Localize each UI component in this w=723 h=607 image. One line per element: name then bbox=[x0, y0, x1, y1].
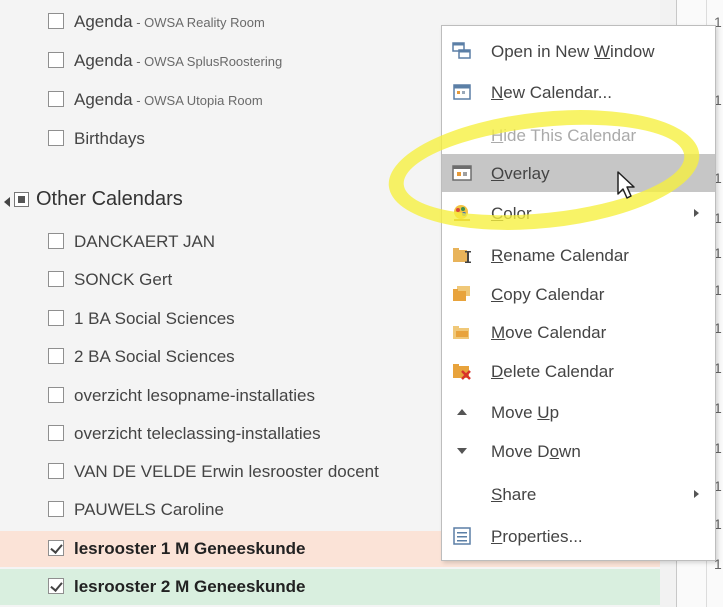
menu-label-accesskey: D bbox=[491, 362, 504, 381]
menu-label-pre: Move bbox=[491, 403, 538, 422]
calendar-item-label: SONCK Gert bbox=[74, 270, 173, 289]
menu-item-rename-calendar[interactable]: Rename Calendar bbox=[442, 236, 715, 274]
menu-item-color[interactable]: Color bbox=[442, 194, 715, 232]
calendar-item-sublabel: - OWSA Reality Room bbox=[132, 15, 265, 30]
menu-item-overlay[interactable]: Overlay bbox=[442, 154, 715, 192]
calendar-item-label: 1 BA Social Sciences bbox=[74, 309, 235, 328]
menu-label-post: hare bbox=[502, 485, 537, 504]
calendar-item-label: DANCKAERT JAN bbox=[74, 232, 216, 251]
properties-icon bbox=[453, 527, 471, 545]
menu-label-post: elete Calendar bbox=[503, 362, 614, 381]
menu-label-accesskey: C bbox=[491, 204, 504, 223]
menu-item-move-down[interactable]: Move Down bbox=[442, 432, 715, 470]
menu-label-post: indow bbox=[610, 42, 655, 61]
move-down-icon bbox=[457, 448, 467, 454]
menu-label-post: roperties... bbox=[502, 527, 583, 546]
menu-label-accesskey: C bbox=[491, 285, 504, 304]
delete-calendar-icon bbox=[453, 364, 471, 380]
calendar-item-sublabel: - OWSA SplusRoostering bbox=[132, 54, 283, 69]
menu-label-pre: Move D bbox=[491, 442, 550, 461]
color-palette-icon bbox=[454, 205, 470, 221]
menu-label-accesskey: W bbox=[594, 42, 611, 61]
menu-label-accesskey: H bbox=[491, 126, 504, 145]
calendar-checkbox[interactable] bbox=[48, 463, 64, 479]
menu-item-move-calendar[interactable]: Move Calendar bbox=[442, 313, 715, 351]
calendar-checkbox-checked[interactable] bbox=[48, 540, 64, 556]
menu-item-hide-this-calendar[interactable]: Hide This Calendar bbox=[442, 116, 715, 154]
calendar-checkbox[interactable] bbox=[48, 233, 64, 249]
calendar-item-label: lesrooster 1 M Geneeskunde bbox=[74, 539, 306, 558]
new-window-icon bbox=[452, 42, 471, 59]
calendar-checkbox[interactable] bbox=[48, 13, 64, 29]
calendar-checkbox[interactable] bbox=[48, 387, 64, 403]
calendar-item-label: Agenda bbox=[74, 51, 133, 70]
group-checkbox[interactable] bbox=[14, 192, 29, 207]
menu-label-accesskey: S bbox=[491, 485, 503, 504]
calendar-item-label: Agenda bbox=[74, 90, 133, 109]
calendar-checkbox[interactable] bbox=[48, 91, 64, 107]
menu-label-post: ide This Calendar bbox=[503, 126, 637, 145]
menu-label-accesskey: P bbox=[491, 527, 503, 546]
group-label: Other Calendars bbox=[36, 188, 183, 210]
menu-item-copy-calendar[interactable]: Copy Calendar bbox=[442, 275, 715, 313]
menu-label-post: olor bbox=[503, 204, 532, 223]
calendar-item-label: Agenda bbox=[74, 12, 133, 31]
menu-label-post: ew Calendar... bbox=[503, 83, 612, 102]
submenu-arrow-icon bbox=[694, 209, 699, 217]
menu-label-post: p bbox=[549, 403, 560, 422]
calendar-item-label: 2 BA Social Sciences bbox=[74, 347, 235, 366]
calendar-checkbox[interactable] bbox=[48, 348, 64, 364]
rename-calendar-icon bbox=[453, 248, 471, 263]
menu-item-move-up[interactable]: Move Up bbox=[442, 393, 715, 431]
mouse-cursor-icon bbox=[617, 171, 635, 199]
menu-label-accesskey: M bbox=[491, 323, 506, 342]
new-calendar-icon bbox=[453, 84, 471, 100]
menu-label-accesskey: N bbox=[491, 83, 504, 102]
calendar-checkbox[interactable] bbox=[48, 271, 64, 287]
calendar-item-label: PAUWELS Caroline bbox=[74, 500, 224, 519]
calendar-item-label: overzicht teleclassing-installaties bbox=[74, 424, 321, 443]
calendar-checkbox[interactable] bbox=[48, 501, 64, 517]
menu-label-pre: Open in New bbox=[491, 42, 594, 61]
menu-label-post: opy Calendar bbox=[503, 285, 605, 304]
submenu-arrow-icon bbox=[694, 490, 699, 498]
menu-item-new-calendar[interactable]: New Calendar... bbox=[442, 73, 715, 111]
menu-label-accesskey: R bbox=[491, 246, 504, 265]
collapse-triangle-icon[interactable] bbox=[4, 197, 10, 207]
calendar-checkbox[interactable] bbox=[48, 52, 64, 68]
menu-label-accesskey: O bbox=[491, 164, 505, 183]
menu-label-accesskey: o bbox=[549, 442, 560, 461]
calendar-checkbox[interactable] bbox=[48, 425, 64, 441]
menu-item-share[interactable]: Share bbox=[442, 475, 715, 513]
menu-label-post: wn bbox=[559, 442, 581, 461]
overlay-icon bbox=[452, 165, 472, 181]
calendar-item-sublabel: - OWSA Utopia Room bbox=[132, 93, 263, 108]
move-calendar-icon bbox=[453, 326, 469, 339]
copy-calendar-icon bbox=[453, 286, 470, 301]
calendar-item-label: Birthdays bbox=[74, 129, 145, 148]
calendar-checkbox-checked[interactable] bbox=[48, 578, 64, 594]
menu-label-post: ename Calendar bbox=[503, 246, 629, 265]
calendar-item-label: overzicht lesopname-installaties bbox=[74, 386, 315, 405]
menu-item-delete-calendar[interactable]: Delete Calendar bbox=[442, 352, 715, 390]
menu-item-open-in-new-window[interactable]: Open in New Window bbox=[442, 32, 715, 70]
menu-label-post: ove Calendar bbox=[505, 323, 607, 342]
calendar-context-menu: Open in New Window New Calendar... Hide … bbox=[441, 25, 716, 561]
menu-label-accesskey: U bbox=[537, 403, 550, 422]
menu-label-post: verlay bbox=[504, 164, 550, 183]
calendar-checkbox[interactable] bbox=[48, 310, 64, 326]
menu-item-properties[interactable]: Properties... bbox=[442, 517, 715, 555]
calendar-item-label: lesrooster 2 M Geneeskunde bbox=[74, 577, 306, 596]
calendar-item-label: VAN DE VELDE Erwin lesrooster docent bbox=[74, 462, 379, 481]
calendar-checkbox[interactable] bbox=[48, 130, 64, 146]
move-up-icon bbox=[457, 409, 467, 415]
calendar-item-lesrooster-2m[interactable]: lesrooster 2 M Geneeskunde bbox=[0, 569, 660, 605]
